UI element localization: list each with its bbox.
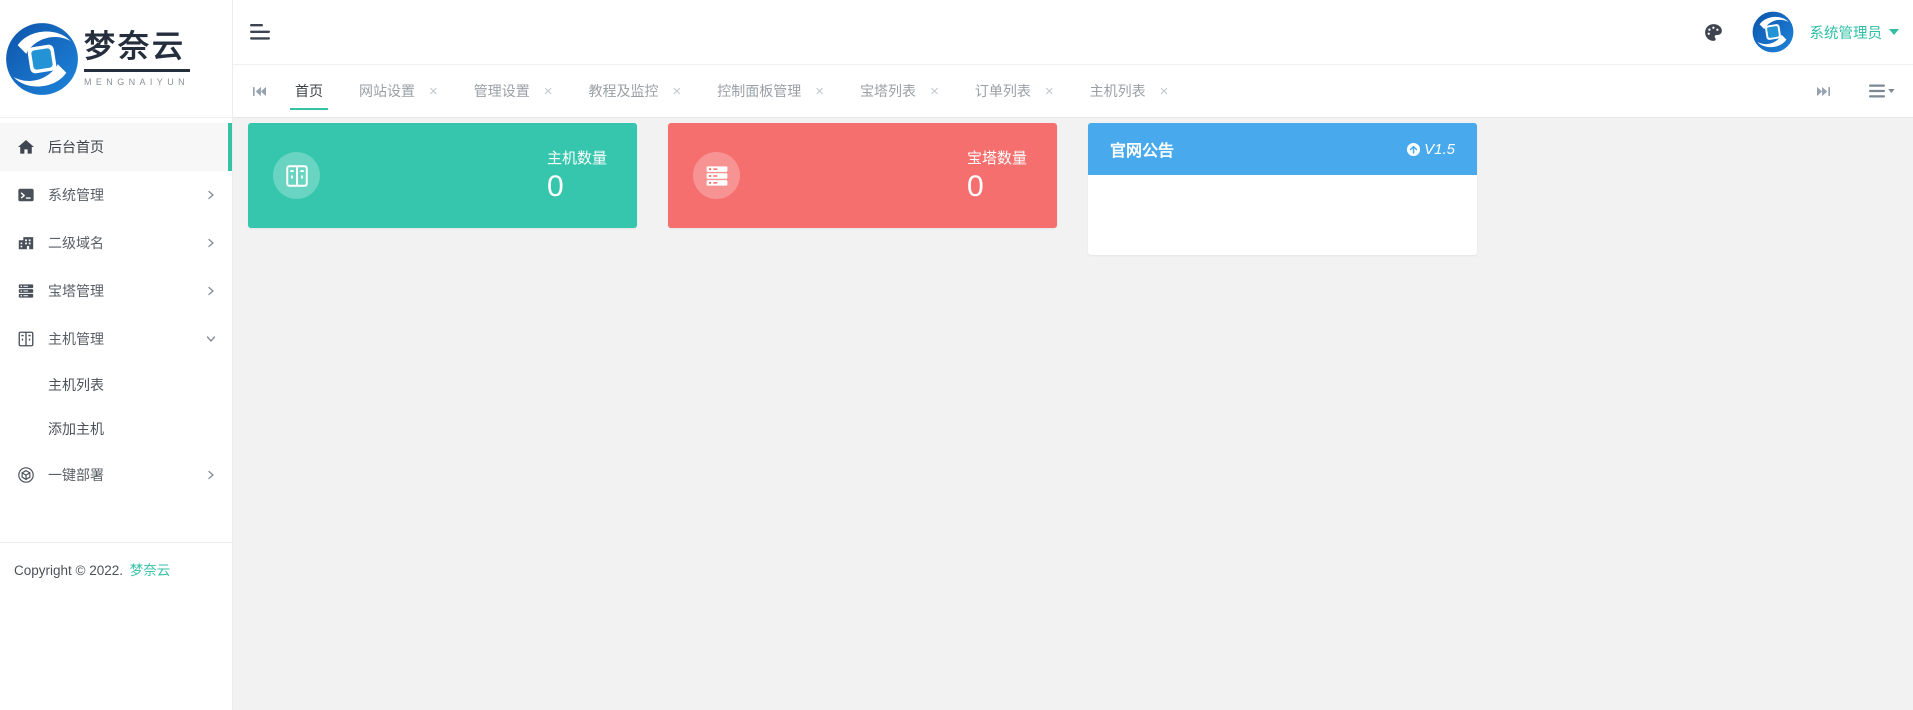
tab-site-settings[interactable]: 网站设置 ×: [341, 65, 456, 117]
deploy-cube-icon: [16, 466, 35, 484]
user-dropdown[interactable]: 系统管理员: [1810, 22, 1900, 43]
tab-bar: 首页 网站设置 × 管理设置 × 教程及监控 × 控制面板管理 ×: [233, 65, 1913, 118]
tab-label: 订单列表: [975, 81, 1031, 101]
scroll-tabs-end-icon[interactable]: [1812, 81, 1835, 102]
announcement-title: 官网公告: [1110, 137, 1174, 161]
tab-label: 宝塔列表: [860, 81, 916, 101]
sidebar-item-subdomain[interactable]: 二级域名: [0, 219, 232, 267]
user-avatar[interactable]: [1752, 11, 1794, 53]
app-window: 梦奈云 MENGNAIYUN 后台首页 系统管理: [0, 0, 1913, 710]
sidebar-subitem-label: 主机列表: [48, 375, 104, 395]
tab-close-icon[interactable]: ×: [930, 84, 939, 99]
sidebar-subitem-add-host[interactable]: 添加主机: [0, 407, 232, 451]
header-actions: 系统管理员: [1703, 11, 1900, 53]
announcement-card: 官网公告 V1.5: [1088, 123, 1477, 255]
brand-logo-link[interactable]: 梦奈云 MENGNAIYUN: [0, 0, 232, 118]
tab-host-list[interactable]: 主机列表 ×: [1072, 65, 1187, 117]
host-cabinet-icon: [273, 152, 320, 199]
server-stack-icon: [693, 152, 740, 199]
version-text: V1.5: [1424, 141, 1455, 158]
tab-close-icon[interactable]: ×: [544, 84, 553, 99]
brand-logo-icon: [4, 21, 80, 97]
sidebar-item-label: 后台首页: [48, 137, 104, 157]
server-stack-icon: [16, 282, 35, 300]
tab-close-icon[interactable]: ×: [673, 84, 682, 99]
brand-divider: [84, 69, 190, 72]
sidebar-item-one-click-deploy[interactable]: 一键部署: [0, 451, 232, 499]
tab-bt-list[interactable]: 宝塔列表 ×: [842, 65, 957, 117]
dashboard-content: 主机数量 0 宝塔数量 0 官网公告: [233, 118, 1913, 255]
copyright-brand-link[interactable]: 梦奈云: [130, 563, 171, 578]
chevron-right-icon: [206, 238, 216, 248]
chevron-down-icon: [206, 334, 216, 344]
tab-close-icon[interactable]: ×: [429, 84, 438, 99]
tab-close-icon[interactable]: ×: [1160, 84, 1169, 99]
tab-options-menu-icon[interactable]: [1869, 84, 1895, 98]
chevron-right-icon: [206, 286, 216, 296]
menu-fold-icon[interactable]: [248, 19, 274, 45]
sidebar-item-label: 宝塔管理: [48, 281, 104, 301]
caret-down-icon: [1889, 29, 1899, 35]
sidebar-item-label: 一键部署: [48, 465, 104, 485]
sidebar: 梦奈云 MENGNAIYUN 后台首页 系统管理: [0, 0, 233, 710]
copyright: Copyright © 2022. 梦奈云: [0, 542, 232, 595]
top-header: 系统管理员: [233, 0, 1913, 65]
arrow-up-circle-icon: [1406, 142, 1421, 157]
copyright-text: Copyright © 2022.: [14, 563, 123, 578]
stat-card-bt: 宝塔数量 0: [668, 123, 1057, 228]
brand-name: 梦奈云: [84, 30, 190, 64]
tab-tutorial-monitor[interactable]: 教程及监控 ×: [571, 65, 700, 117]
announcement-header: 官网公告 V1.5: [1088, 123, 1477, 175]
building-icon: [16, 234, 35, 252]
sidebar-item-system-mgmt[interactable]: 系统管理: [0, 171, 232, 219]
tab-close-icon[interactable]: ×: [1045, 84, 1054, 99]
stat-text-block: 宝塔数量 0: [967, 147, 1027, 205]
sidebar-item-dashboard[interactable]: 后台首页: [0, 123, 232, 171]
user-name: 系统管理员: [1810, 22, 1883, 43]
stat-card-hosts: 主机数量 0: [248, 123, 637, 228]
version-badge: V1.5: [1406, 141, 1455, 158]
tab-label: 网站设置: [359, 81, 415, 101]
home-icon: [16, 138, 35, 156]
terminal-icon: [16, 186, 35, 204]
sidebar-item-label: 二级域名: [48, 233, 104, 253]
sidebar-subitem-label: 添加主机: [48, 419, 104, 439]
sidebar-item-label: 系统管理: [48, 185, 104, 205]
tabs-strip: 首页 网站设置 × 管理设置 × 教程及监控 × 控制面板管理 ×: [277, 65, 1186, 117]
chevron-right-icon: [206, 470, 216, 480]
sidebar-item-label: 主机管理: [48, 329, 104, 349]
tab-home[interactable]: 首页: [277, 65, 341, 117]
announcement-body: [1088, 175, 1477, 255]
tab-control-panel-mgmt[interactable]: 控制面板管理 ×: [699, 65, 842, 117]
brand-text-block: 梦奈云 MENGNAIYUN: [84, 30, 190, 86]
sidebar-submenu-host-mgmt: 主机列表 添加主机: [0, 363, 232, 451]
stat-value: 0: [547, 170, 607, 205]
tab-label: 管理设置: [474, 81, 530, 101]
chevron-right-icon: [206, 190, 216, 200]
sidebar-subitem-host-list[interactable]: 主机列表: [0, 363, 232, 407]
sidebar-menu: 后台首页 系统管理 二级域名: [0, 118, 232, 499]
sidebar-item-host-mgmt[interactable]: 主机管理: [0, 315, 232, 363]
host-cabinet-icon: [16, 330, 35, 348]
main-area: 系统管理员 首页 网站设置 × 管理设置: [233, 0, 1913, 255]
stat-title: 宝塔数量: [967, 147, 1027, 168]
tab-label: 首页: [295, 81, 323, 101]
scroll-tabs-start-icon[interactable]: [248, 81, 271, 102]
stat-title: 主机数量: [547, 147, 607, 168]
tabbar-actions: [1812, 81, 1895, 102]
tab-close-icon[interactable]: ×: [815, 84, 824, 99]
brand-subtitle: MENGNAIYUN: [84, 77, 190, 87]
stat-value: 0: [967, 170, 1027, 205]
tab-label: 教程及监控: [589, 81, 659, 101]
tab-label: 控制面板管理: [717, 81, 801, 101]
palette-icon[interactable]: [1703, 22, 1724, 43]
tab-admin-settings[interactable]: 管理设置 ×: [456, 65, 571, 117]
tab-order-list[interactable]: 订单列表 ×: [957, 65, 1072, 117]
stat-text-block: 主机数量 0: [547, 147, 607, 205]
sidebar-item-bt-mgmt[interactable]: 宝塔管理: [0, 267, 232, 315]
tab-label: 主机列表: [1090, 81, 1146, 101]
